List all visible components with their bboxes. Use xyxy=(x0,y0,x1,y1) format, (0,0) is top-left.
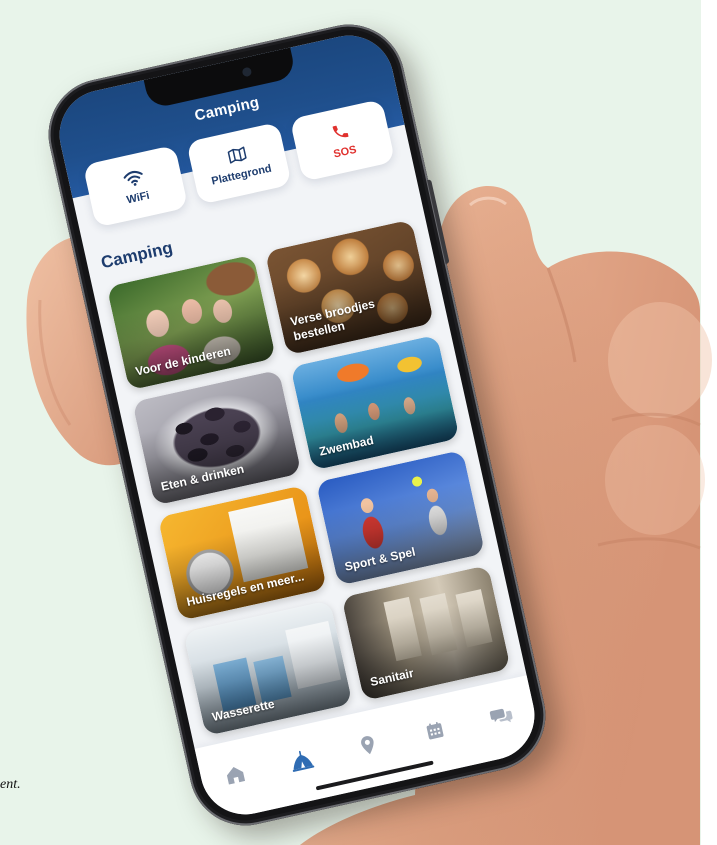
tile-wasserette[interactable]: Wasserette xyxy=(183,600,353,737)
tile-photo-overlay xyxy=(341,565,511,701)
tile-photo-overlay xyxy=(132,369,302,506)
nav-chat[interactable] xyxy=(478,698,523,734)
home-icon xyxy=(226,767,246,785)
nav-camping[interactable] xyxy=(279,742,324,778)
tile-photo-overlay xyxy=(290,334,460,471)
tile-grid: Voor de kinderen Verse broodjes bestelle… xyxy=(106,219,511,737)
chat-icon xyxy=(489,708,512,722)
tile-sport-spel[interactable]: Sport & Spel xyxy=(315,449,486,586)
tile-huisregels[interactable]: Huisregels en meer... xyxy=(157,484,328,621)
tile-eten-drinken[interactable]: Eten & drinken xyxy=(132,369,302,506)
tile-photo-overlay xyxy=(106,254,276,391)
sos-label: SOS xyxy=(332,143,358,161)
location-pin-icon xyxy=(361,736,374,755)
nav-home[interactable] xyxy=(213,757,258,793)
wifi-label: WiFi xyxy=(125,189,151,206)
tile-verse-broodjes[interactable]: Verse broodjes bestellen xyxy=(264,219,435,356)
calendar-icon xyxy=(426,721,443,740)
tile-photo-overlay xyxy=(183,600,353,737)
phone-icon xyxy=(332,125,349,138)
tile-sanitair[interactable]: Sanitair xyxy=(341,565,511,701)
tile-photo-overlay xyxy=(315,449,486,586)
nav-location[interactable] xyxy=(345,727,390,763)
stage: Camping WiFi Plattegrond SOS Camping Voo… xyxy=(0,0,717,845)
section-title: Camping xyxy=(99,237,175,273)
tile-photo-overlay xyxy=(157,484,328,621)
tile-zwembad[interactable]: Zwembad xyxy=(290,334,460,471)
plattegrond-label: Plattegrond xyxy=(210,162,273,188)
tile-voor-de-kinderen[interactable]: Voor de kinderen xyxy=(106,254,276,391)
nav-calendar[interactable] xyxy=(412,713,457,749)
map-icon xyxy=(227,146,247,164)
wifi-icon xyxy=(123,170,143,186)
tent-icon xyxy=(292,750,315,772)
caption-fragment: ent. xyxy=(0,777,21,792)
